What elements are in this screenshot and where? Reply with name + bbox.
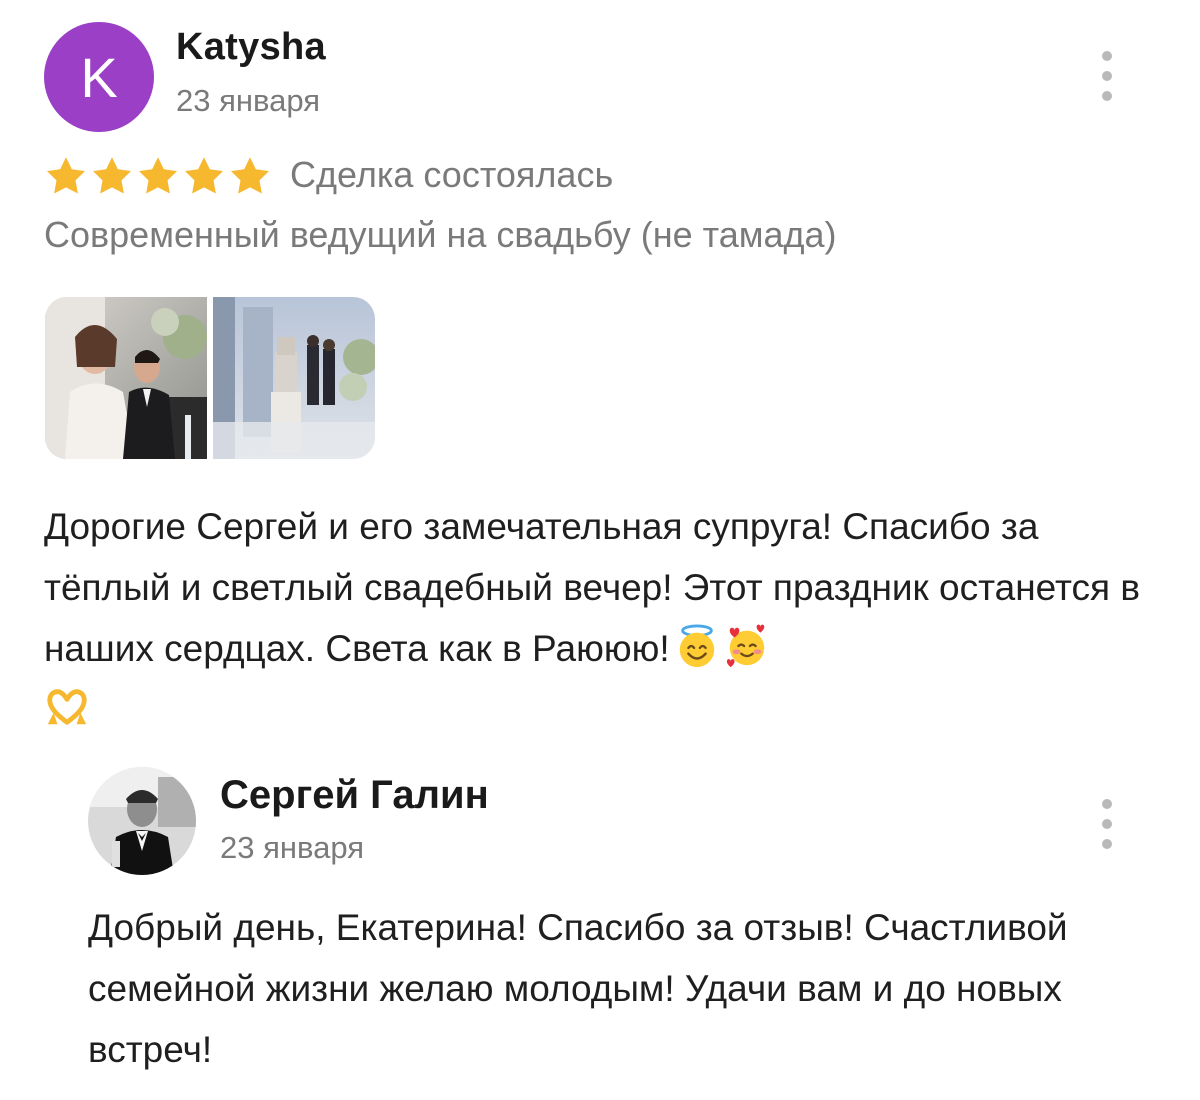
star-icon: [231, 157, 269, 194]
review-date: 23 января: [176, 83, 321, 118]
reply-author-name[interactable]: Сергей Галин: [220, 773, 489, 818]
review-text: Дорогие Сергей и его замечательная супру…: [44, 496, 1164, 740]
reply-text: Добрый день, Екатерина! Спасибо за отзыв…: [88, 907, 1068, 1070]
smiling-face-with-hearts-icon: [724, 623, 770, 669]
review-photo-wedding-couple[interactable]: [45, 297, 207, 459]
author-avatar[interactable]: K: [44, 22, 154, 132]
smiling-face-with-halo-icon: [674, 623, 720, 669]
review-card: K Katysha 23 января Сделка состоялась Со…: [0, 0, 1200, 1100]
author-initial: K: [80, 45, 118, 109]
reply-date: 23 января: [220, 830, 365, 865]
review-photo-wedding-hall[interactable]: [213, 297, 375, 459]
deal-status: Сделка состоялась: [290, 154, 614, 195]
reply-more-options-icon[interactable]: [1097, 799, 1117, 849]
star-icon: [93, 157, 131, 194]
review-more-options-icon[interactable]: [1097, 51, 1117, 101]
reply-author-avatar[interactable]: [88, 767, 196, 875]
star-icon: [139, 157, 177, 194]
author-name[interactable]: Katysha: [176, 26, 326, 69]
star-icon: [47, 157, 85, 194]
service-name[interactable]: Современный ведущий на свадьбу (не тамад…: [44, 214, 837, 256]
star-icon: [185, 157, 223, 194]
rating-stars: [44, 155, 272, 197]
heart-hands-icon: [44, 684, 90, 730]
review-text-content: Дорогие Сергей и его замечательная супру…: [44, 506, 1140, 669]
